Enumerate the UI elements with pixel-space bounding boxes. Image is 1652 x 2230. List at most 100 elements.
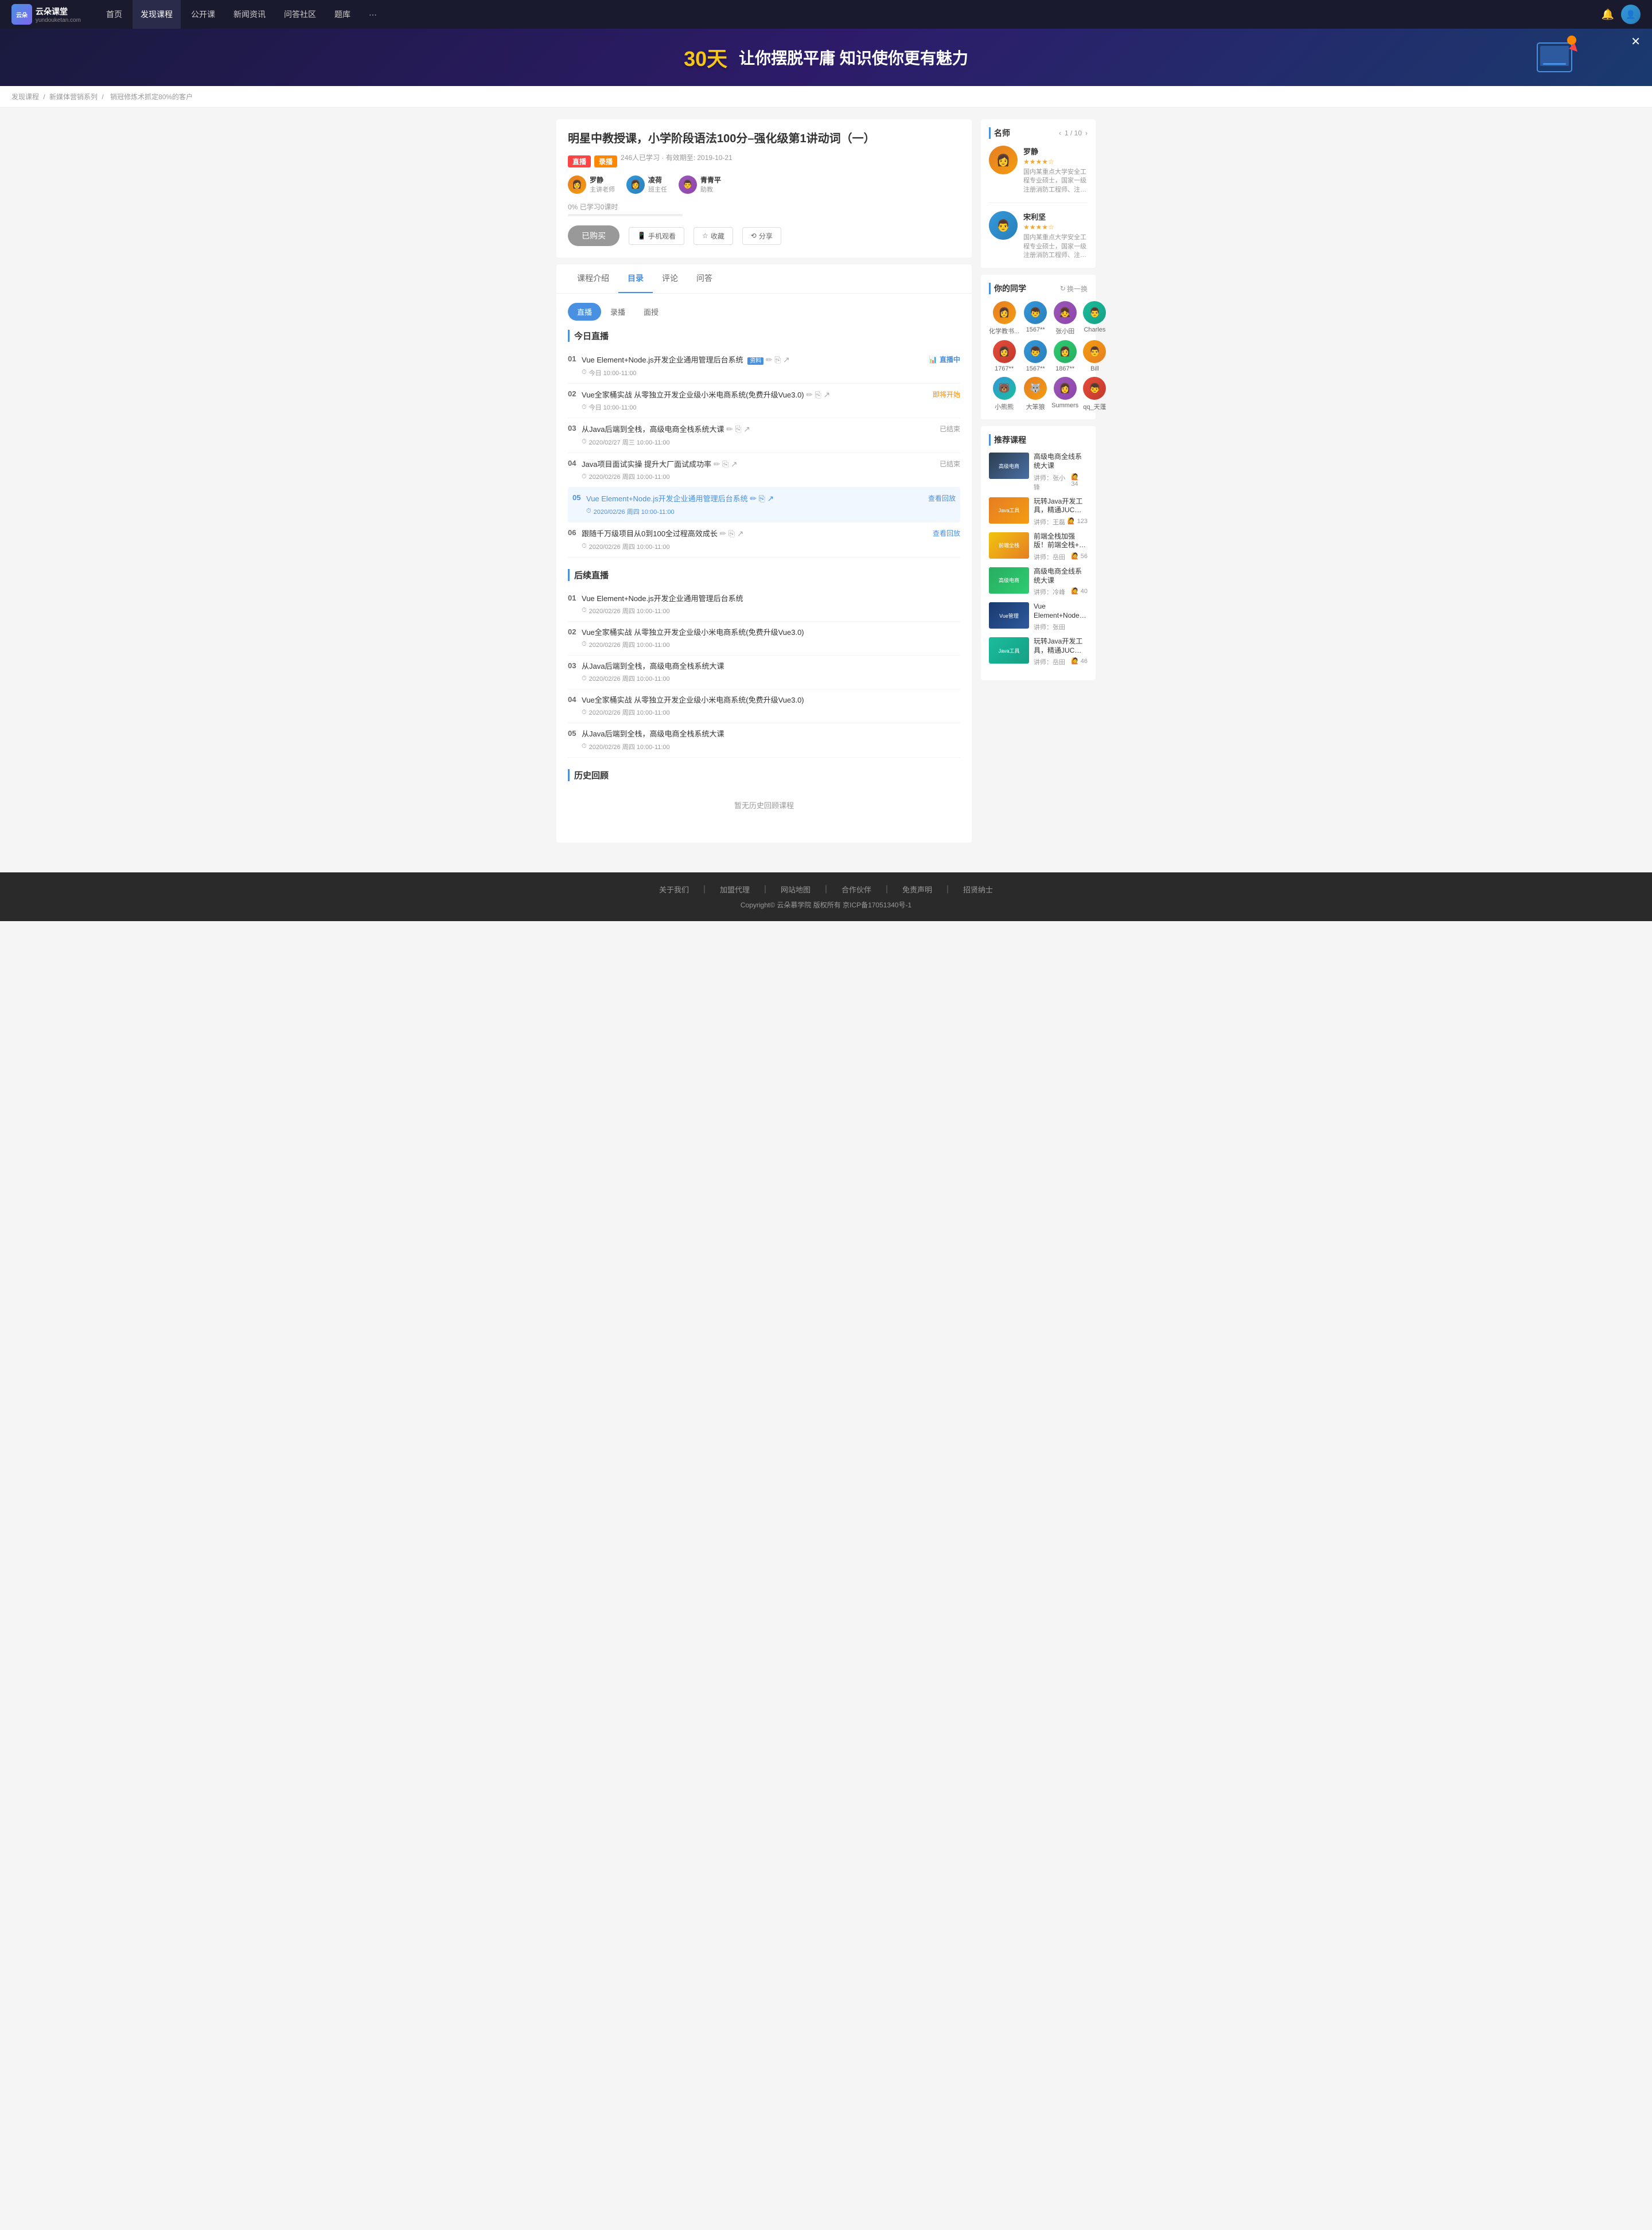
course-badges: 直播 录播 246人已学习 · 有效期至: 2019-10-21 [568, 153, 960, 170]
rec-meta-4: 讲师：张田 [1034, 622, 1088, 631]
logo[interactable]: 云朵 云朵课堂 yundouketan.com [11, 4, 81, 25]
lesson-item-active: 05 Vue Element+Node.js开发企业通用管理后台系统 ✏ ⎘ ↗… [568, 488, 960, 523]
breadcrumb-link-0[interactable]: 发现课程 [11, 93, 39, 101]
clock-icon: ⏱ [582, 675, 587, 683]
footer-link-sitemap[interactable]: 网站地图 [781, 884, 811, 895]
subtab-offline[interactable]: 面授 [634, 303, 668, 321]
tab-qa[interactable]: 问答 [687, 264, 722, 293]
banner-close[interactable]: ✕ [1631, 34, 1641, 49]
tab-review[interactable]: 评论 [653, 264, 687, 293]
classmate-4[interactable]: 👩 1767** [989, 340, 1019, 372]
share-icon[interactable]: ↗ [737, 529, 744, 538]
share-icon: ⟲ [751, 232, 757, 240]
tabs-row: 课程介绍 目录 评论 问答 [568, 264, 960, 293]
rec-title-5: 玩转Java开发工具，精通JUC，成为开发多面手 [1034, 637, 1088, 655]
classmate-3[interactable]: 👨 Charles [1083, 301, 1106, 336]
lesson-status[interactable]: 查看回放 [927, 528, 960, 538]
nav-news[interactable]: 新闻资讯 [225, 0, 274, 29]
copy-icon[interactable]: ⎘ [728, 529, 735, 538]
teacher-card-avatar-1: 👨 [989, 211, 1018, 240]
mobile-watch-button[interactable]: 📱 手机观看 [629, 227, 684, 245]
share-icon[interactable]: ↗ [783, 355, 790, 364]
lesson-status[interactable]: 📊 直播中 [923, 354, 960, 364]
nav-exam[interactable]: 题库 [326, 0, 359, 29]
classmate-1[interactable]: 👦 1567** [1024, 301, 1047, 336]
classmate-5[interactable]: 👦 1567** [1024, 340, 1047, 372]
rec-item-1[interactable]: Java工具 玩转Java开发工具，精通JUC，成为开发多面手 讲师：王磊 🙋 … [989, 497, 1088, 527]
copy-icon[interactable]: ⎘ [815, 390, 821, 399]
footer-link-recruit[interactable]: 招贤纳士 [963, 884, 993, 895]
clock-icon: ⏱ [582, 404, 587, 411]
teacher-role-0: 主讲老师 [590, 185, 615, 194]
user-avatar[interactable]: 👤 [1621, 5, 1641, 24]
breadcrumb-link-1[interactable]: 新媒体营销系列 [49, 93, 98, 101]
lesson-status: 即将开始 [927, 389, 960, 399]
classmate-name-9: 大笨狼 [1024, 402, 1047, 411]
rec-info-2: 前端全栈加强版！前端全栈+全周期+多维应用 讲师：岳田 🙋 56 [1034, 532, 1088, 562]
rec-item-0[interactable]: 高级电商 高级电商全线系统大课 讲师：张小锋 🙋 34 [989, 453, 1088, 491]
refresh-classmates-button[interactable]: ↻ 换一换 [1060, 284, 1088, 294]
copy-icon[interactable]: ⎘ [722, 459, 728, 469]
footer-link-disclaimer[interactable]: 免责声明 [902, 884, 932, 895]
edit-icon[interactable]: ✏ [766, 355, 773, 364]
classmate-10[interactable]: 👩 Summers [1051, 377, 1078, 411]
classmate-avatar-4: 👩 [993, 340, 1016, 363]
subtab-live[interactable]: 直播 [568, 303, 601, 321]
footer-link-about[interactable]: 关于我们 [659, 884, 689, 895]
clock-icon: ⏱ [582, 543, 587, 550]
rec-item-2[interactable]: 前端全栈 前端全栈加强版！前端全栈+全周期+多维应用 讲师：岳田 🙋 56 [989, 532, 1088, 562]
classmate-11[interactable]: 👦 qq_天蓬 [1083, 377, 1106, 411]
collect-button[interactable]: ☆ 收藏 [693, 227, 733, 245]
lesson-num: 01 [568, 354, 582, 363]
classmate-7[interactable]: 👨 Bill [1083, 340, 1106, 372]
classmate-2[interactable]: 👧 张小田 [1051, 301, 1078, 336]
edit-icon[interactable]: ✏ [720, 529, 727, 538]
classmate-8[interactable]: 🐻 小熊熊 [989, 377, 1019, 411]
share-icon[interactable]: ↗ [731, 459, 738, 469]
edit-icon[interactable]: ✏ [714, 459, 720, 469]
rec-students-5: 🙋 46 [1071, 657, 1088, 666]
nav-discover[interactable]: 发现课程 [133, 0, 181, 29]
prev-teacher-button[interactable]: ‹ [1059, 129, 1061, 137]
logo-text: 云朵课堂 yundouketan.com [36, 6, 81, 24]
nav-more[interactable]: ··· [361, 0, 385, 29]
footer-link-partner[interactable]: 合作伙伴 [841, 884, 871, 895]
next-teacher-button[interactable]: › [1085, 129, 1088, 137]
nav-home[interactable]: 首页 [98, 0, 130, 29]
rec-item-3[interactable]: 高级电商 高级电商全线系统大课 讲师：冷峰 🙋 40 [989, 567, 1088, 597]
share-icon[interactable]: ↗ [823, 390, 830, 399]
edit-icon[interactable]: ✏ [806, 390, 813, 399]
rec-title-1: 玩转Java开发工具，精通JUC，成为开发多面手 [1034, 497, 1088, 515]
lesson-title: 从Java后端到全栈，高级电商全栈系统大课 [582, 729, 960, 739]
lesson-item: 05 从Java后端到全栈，高级电商全栈系统大课 ⏱2020/02/26 周四 … [568, 723, 960, 757]
edit-icon[interactable]: ✏ [726, 424, 733, 434]
copy-icon[interactable]: ⎘ [774, 355, 781, 364]
share-button[interactable]: ⟲ 分享 [742, 227, 781, 245]
buy-button[interactable]: 已购买 [568, 225, 620, 246]
subtab-record[interactable]: 录播 [601, 303, 634, 321]
share-icon[interactable]: ↗ [767, 494, 774, 503]
lesson-num: 02 [568, 627, 582, 636]
nav-open[interactable]: 公开课 [183, 0, 223, 29]
classmate-6[interactable]: 👩 1867** [1051, 340, 1078, 372]
rec-item-5[interactable]: Java工具 玩转Java开发工具，精通JUC，成为开发多面手 讲师：岳田 🙋 … [989, 637, 1088, 666]
rec-panel-title: 推荐课程 [989, 434, 1026, 446]
copy-icon[interactable]: ⎘ [759, 494, 765, 503]
nav-qa[interactable]: 问答社区 [276, 0, 324, 29]
classmate-avatar-7: 👨 [1083, 340, 1106, 363]
lesson-item: 06 跟随千万级项目从0到100全过程高效成长 ✏ ⎘ ↗ ⏱2020/02/2… [568, 523, 960, 558]
tab-intro[interactable]: 课程介绍 [568, 264, 618, 293]
rec-item-4[interactable]: Vue管理 Vue Element+Node.js开发企业通用管理后台系统 讲师… [989, 602, 1088, 631]
lesson-link[interactable]: Vue Element+Node.js开发企业通用管理后台系统 [586, 494, 748, 503]
recommended-panel: 推荐课程 高级电商 高级电商全线系统大课 讲师：张小锋 🙋 34 Java工具 [981, 426, 1096, 680]
footer-link-agent[interactable]: 加盟代理 [720, 884, 750, 895]
notification-bell[interactable]: 🔔 [1602, 9, 1614, 21]
tab-catalog[interactable]: 目录 [618, 264, 653, 293]
edit-icon[interactable]: ✏ [750, 494, 757, 503]
share-icon[interactable]: ↗ [743, 424, 750, 434]
copy-icon[interactable]: ⎘ [735, 424, 741, 434]
classmate-9[interactable]: 🐺 大笨狼 [1024, 377, 1047, 411]
lesson-status[interactable]: 查看回放 [922, 493, 956, 503]
classmate-0[interactable]: 👩 化学教书... [989, 301, 1019, 336]
rec-thumb-1: Java工具 [989, 497, 1029, 524]
